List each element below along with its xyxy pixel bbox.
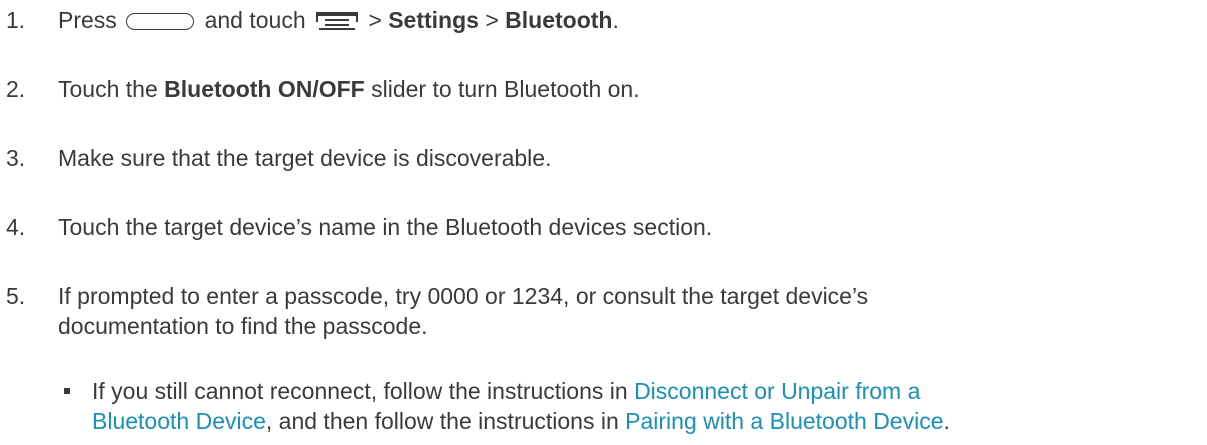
bullet-pre: If you still cannot reconnect, follow th… <box>92 378 628 404</box>
step-text-pre: Touch the <box>58 76 158 102</box>
bluetooth-label: Bluetooth <box>505 7 613 33</box>
bullet-text-line-2: Bluetooth Device, and then follow the in… <box>92 405 950 437</box>
and-touch-label: and touch <box>204 7 306 33</box>
step-text-post: slider to turn Bluetooth on. <box>371 76 640 102</box>
step-number: 3. <box>6 145 26 171</box>
separator: > <box>485 7 499 33</box>
period: . <box>943 408 950 434</box>
step-number: 2. <box>6 76 26 102</box>
step-text: Touch the Bluetooth ON/OFF slider to tur… <box>58 73 640 105</box>
step-text-line-1: If prompted to enter a passcode, try 000… <box>58 283 869 309</box>
menu-key-icon <box>316 12 358 30</box>
home-key-icon <box>126 13 195 30</box>
pairing-link[interactable]: Pairing with a Bluetooth Device <box>625 408 943 434</box>
step-text-line-2: documentation to find the passcode. <box>58 313 428 339</box>
period: . <box>612 7 619 33</box>
disconnect-unpair-link[interactable]: Disconnect or Unpair from a <box>634 378 920 404</box>
step-text: Touch the target device’s name in the Bl… <box>58 214 713 240</box>
step-number: 1. <box>6 7 26 33</box>
step-number: 5. <box>6 283 26 309</box>
bullet-mid: , and then follow the instructions in <box>265 408 619 434</box>
separator: > <box>368 7 382 33</box>
disconnect-unpair-link-cont[interactable]: Bluetooth Device <box>92 408 266 434</box>
step-number: 4. <box>6 214 26 240</box>
settings-label: Settings <box>388 7 479 33</box>
press-label: Press <box>58 7 117 33</box>
step-text: Press and touch > Settings > Bluetooth. <box>58 4 619 36</box>
bluetooth-on-off-label: Bluetooth ON/OFF <box>164 76 365 102</box>
step-text: Make sure that the target device is disc… <box>58 145 552 171</box>
bullet-text-line-1: If you still cannot reconnect, follow th… <box>92 375 920 407</box>
bullet-icon <box>64 388 70 394</box>
